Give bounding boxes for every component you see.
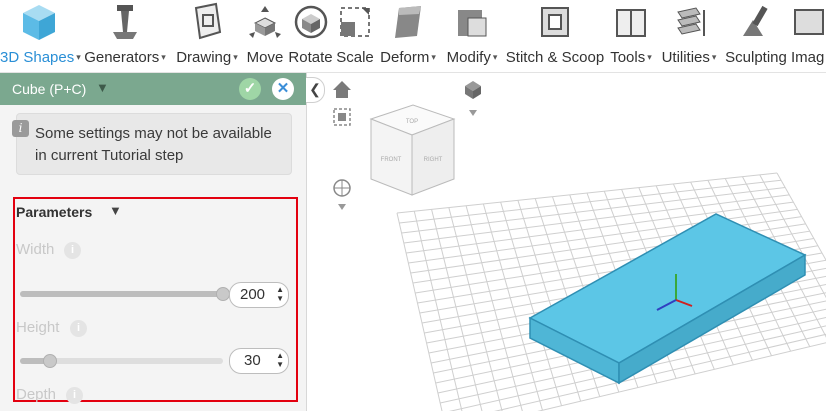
tool-modify[interactable]: Modify ▾ <box>442 0 502 72</box>
home-icon[interactable] <box>333 81 351 98</box>
height-slider[interactable] <box>20 354 223 368</box>
width-label: Width <box>16 241 55 258</box>
tool-label: Stitch & Scoop <box>505 49 605 66</box>
view-cube-top-label: TOP <box>406 119 418 125</box>
tool-generators[interactable]: Generators ▾ <box>82 0 168 72</box>
chevron-down-icon: ▾ <box>233 52 238 62</box>
close-icon: ✕ <box>276 80 290 97</box>
tutorial-notice: i Some settings may not be available in … <box>12 113 292 175</box>
chevron-down-icon: ▾ <box>647 52 652 62</box>
tool-label: Rotate <box>288 49 333 66</box>
grid-line <box>431 209 484 416</box>
check-icon: ✓ <box>243 80 257 97</box>
chevron-down-icon: ▾ <box>711 52 717 62</box>
tool-label: Imag <box>791 49 825 66</box>
view-cube[interactable]: TOP FRONT RIGHT <box>369 104 456 196</box>
slider-handle[interactable] <box>43 354 57 368</box>
tool-move[interactable]: Move <box>244 0 286 72</box>
scale-icon <box>340 7 370 37</box>
tool-tools[interactable]: Tools ▾ <box>606 0 656 72</box>
stitch-scoop-icon <box>541 7 569 37</box>
parameters-heading[interactable]: Parameters <box>16 204 92 220</box>
width-value: 200 <box>240 286 266 303</box>
panel-title: Cube (P+C) <box>12 81 87 97</box>
tools-icon <box>616 9 646 37</box>
slider-handle[interactable] <box>216 287 230 301</box>
tool-label: Utilities <box>661 49 710 66</box>
width-slider[interactable] <box>20 287 230 301</box>
fit-view-icon[interactable] <box>333 108 351 126</box>
orbit-icon[interactable] <box>333 179 351 210</box>
height-value: 30 <box>244 352 261 369</box>
view-cube-front-label: FRONT <box>381 157 402 163</box>
confirm-button[interactable]: ✓ <box>239 78 261 100</box>
info-icon: i <box>12 120 29 137</box>
view-cube-right-label: RIGHT <box>424 157 443 163</box>
chevron-down-icon: ▾ <box>161 52 166 62</box>
stepper-icon[interactable]: ▲ ▼ <box>276 351 284 369</box>
tool-scale[interactable]: Scale <box>334 0 376 72</box>
tool-label: Scale <box>336 49 374 66</box>
height-label: Height <box>16 319 60 336</box>
panel-dropdown-icon[interactable]: ▼ <box>96 80 109 95</box>
tool-label: Drawing <box>176 49 232 66</box>
slider-fill <box>20 291 223 297</box>
tool-label: Modify <box>446 49 491 66</box>
stepper-icon[interactable]: ▲ ▼ <box>276 285 284 303</box>
image-icon <box>793 9 824 35</box>
tool-stitch-scoop[interactable]: Stitch & Scoop <box>505 0 605 72</box>
generator-icon <box>113 5 137 39</box>
chevron-down-icon: ▾ <box>76 52 81 62</box>
tool-3d-shapes[interactable]: 3D Shapes ▾ <box>0 0 81 72</box>
modify-icon <box>458 10 487 37</box>
deform-icon <box>395 6 421 38</box>
tool-panel: Cube (P+C) ▼ ✓ ✕ i Some settings may not… <box>0 73 307 411</box>
camera-mode-icon[interactable] <box>465 81 481 116</box>
width-input[interactable]: 200 ▲ ▼ <box>229 282 289 308</box>
chevron-down-icon: ▾ <box>492 52 498 62</box>
sculpting-icon <box>743 5 768 36</box>
close-button[interactable]: ✕ <box>272 78 294 100</box>
tool-image[interactable]: Imag <box>789 0 826 72</box>
cube-icon <box>23 5 55 40</box>
tool-utilities[interactable]: Utilities ▾ <box>656 0 722 72</box>
tool-label: Deform <box>380 49 430 66</box>
panel-header: Cube (P+C) ▼ ✓ ✕ <box>0 73 306 105</box>
3d-viewport[interactable]: TOP FRONT RIGHT <box>307 73 826 416</box>
help-icon[interactable]: i <box>70 320 87 337</box>
tool-label: Sculpting <box>725 49 787 66</box>
depth-label: Depth <box>16 386 57 403</box>
tool-label: Move <box>246 49 284 66</box>
move-icon <box>249 6 281 38</box>
tool-deform[interactable]: Deform ▾ <box>376 0 440 72</box>
tool-label: Generators <box>84 49 160 66</box>
tool-label: 3D Shapes <box>0 49 75 66</box>
tool-label: Tools <box>610 49 646 66</box>
chevron-left-icon: ❮ <box>309 81 321 97</box>
tool-sculpting[interactable]: Sculpting <box>723 0 789 72</box>
tool-drawing[interactable]: Drawing ▾ <box>172 0 242 72</box>
notice-text: Some settings may not be available in cu… <box>35 125 272 164</box>
drawing-icon <box>194 2 222 40</box>
scene-canvas[interactable]: TOP FRONT RIGHT <box>307 73 826 416</box>
help-icon[interactable]: i <box>66 387 83 404</box>
rotate-icon <box>294 5 327 39</box>
main-toolbar: 3D Shapes▾ Generators▾ Drawing▾ Move <box>0 0 826 73</box>
utilities-icon <box>677 7 705 36</box>
tool-rotate[interactable]: Rotate <box>288 0 333 72</box>
height-input[interactable]: 30 ▲ ▼ <box>229 348 289 374</box>
chevron-down-icon: ▾ <box>431 52 436 62</box>
parameters-toggle-icon[interactable]: ▼ <box>109 203 122 218</box>
help-icon[interactable]: i <box>64 242 81 259</box>
